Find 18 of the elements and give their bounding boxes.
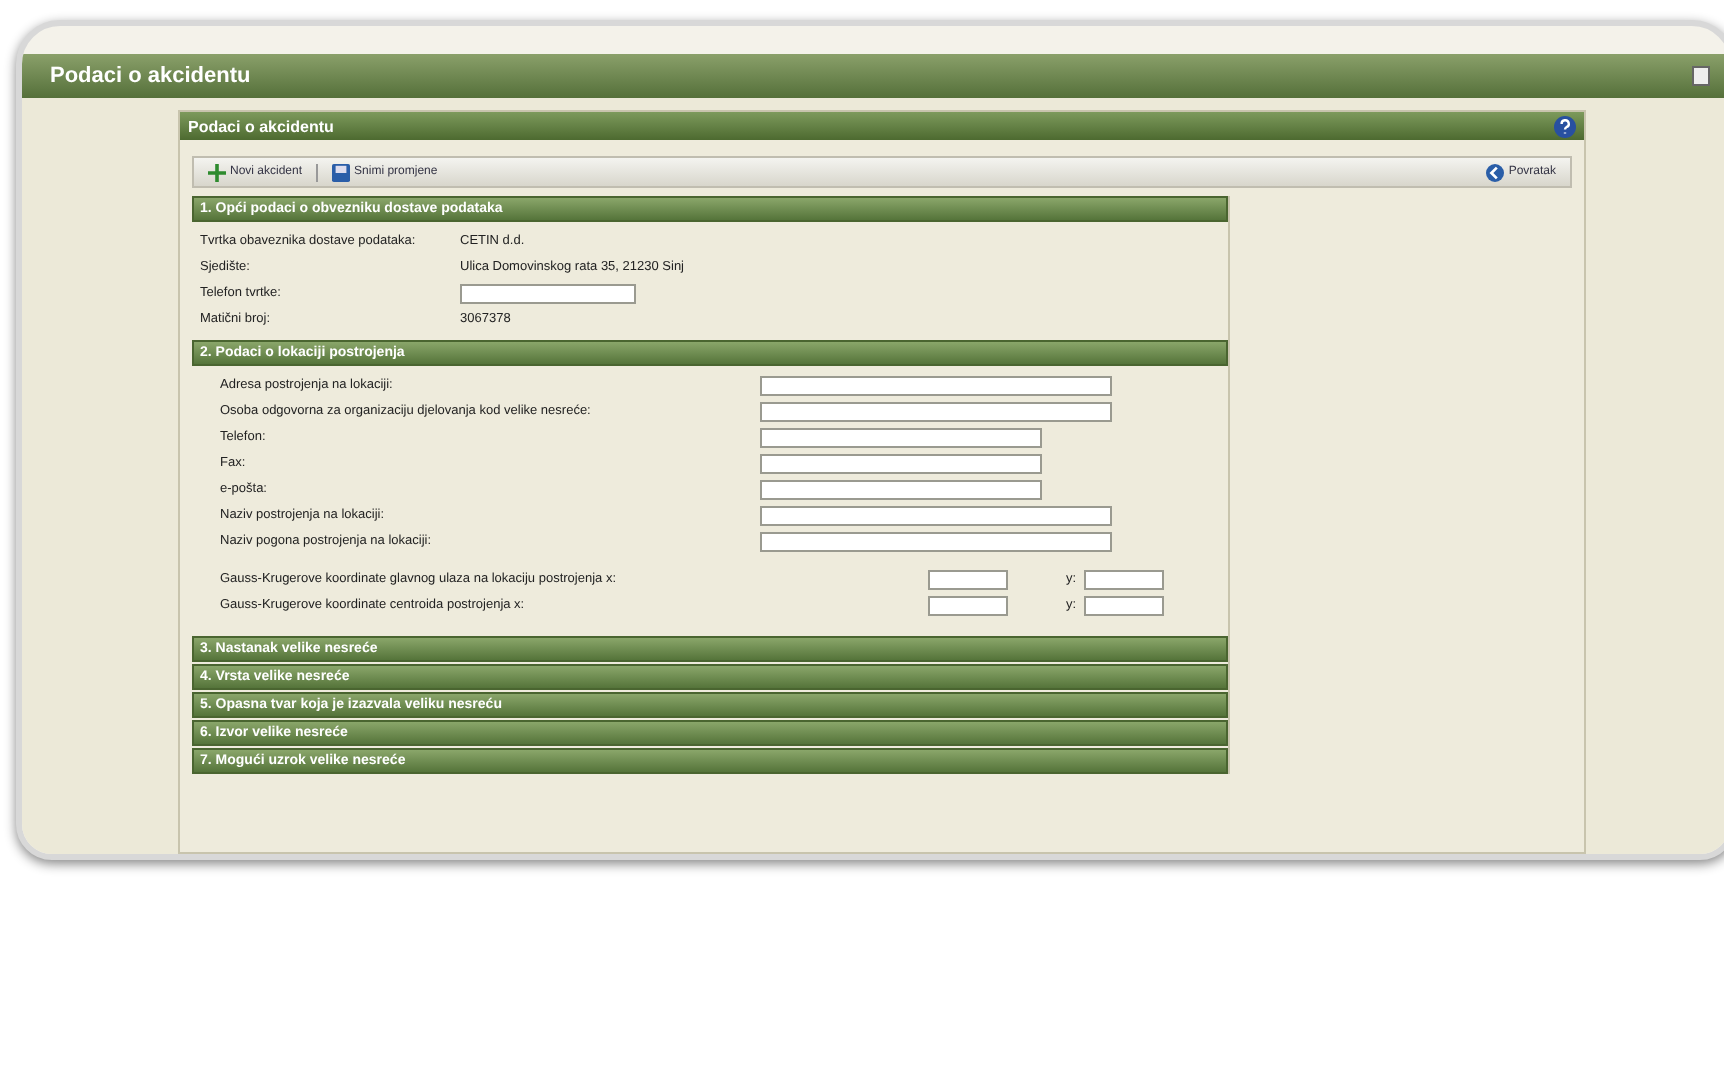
input-field[interactable]: [928, 595, 1008, 615]
input-field[interactable]: [460, 283, 636, 303]
input-field[interactable]: [760, 453, 1042, 473]
plus-icon: [208, 163, 226, 181]
input-field[interactable]: [1084, 569, 1164, 589]
input-field[interactable]: [760, 401, 1112, 421]
input-field[interactable]: [760, 375, 1112, 395]
help-icon[interactable]: [1554, 115, 1576, 137]
window-title: Podaci o akcidentu: [50, 64, 251, 88]
input-field[interactable]: [760, 479, 1042, 499]
document-icon: [1692, 66, 1710, 86]
panel-title: Podaci o akcidentu: [188, 117, 334, 135]
input-field[interactable]: [928, 569, 1008, 589]
back-arrow-icon: [1486, 163, 1505, 181]
input-field[interactable]: [760, 505, 1112, 525]
input-field[interactable]: [1084, 595, 1164, 615]
input-field[interactable]: [760, 531, 1112, 551]
input-field[interactable]: [760, 427, 1042, 447]
